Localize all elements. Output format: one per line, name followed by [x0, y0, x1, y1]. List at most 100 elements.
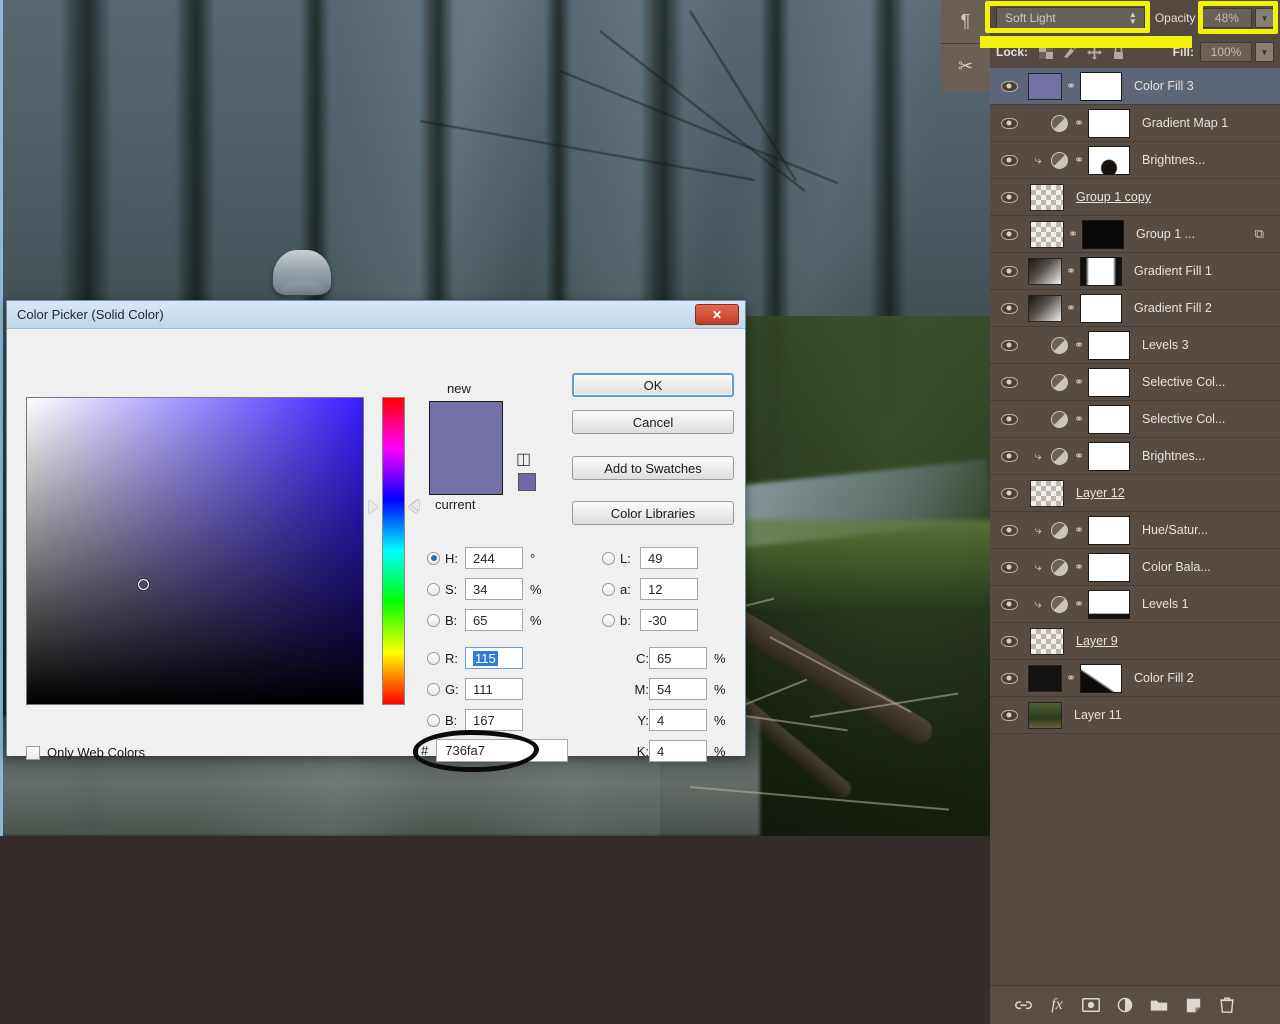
layer-row[interactable]: ⤷ ⚭ Levels 1: [990, 586, 1280, 623]
color-field-row[interactable]: G: 111: [427, 678, 523, 700]
link-mask-icon[interactable]: ⚭: [1070, 412, 1088, 426]
layer-thumbnail[interactable]: [1030, 627, 1064, 655]
layer-mask-thumbnail[interactable]: [1088, 515, 1130, 545]
layer-row[interactable]: ⚭ Color Fill 2: [990, 660, 1280, 697]
adjustment-thumbnail[interactable]: [1048, 149, 1070, 171]
adjustment-thumbnail[interactable]: [1048, 445, 1070, 467]
sv-marker[interactable]: [138, 579, 149, 590]
layer-thumbnail[interactable]: [1030, 479, 1064, 507]
adjustment-thumbnail[interactable]: [1048, 371, 1070, 393]
color-mode-radio[interactable]: [602, 582, 615, 596]
adjustment-thumbnail[interactable]: [1048, 556, 1070, 578]
color-field-input[interactable]: 4: [649, 740, 707, 762]
new-layer-icon[interactable]: [1182, 994, 1204, 1016]
layer-list[interactable]: ⚭ Color Fill 3 ⚭ Gradient Map 1 ⤷ ⚭ Brightnes.…: [990, 68, 1280, 985]
color-field-input[interactable]: 4: [649, 709, 707, 731]
layer-row[interactable]: ⤷ ⚭ Hue/Satur...: [990, 512, 1280, 549]
eye-icon[interactable]: [990, 302, 1028, 314]
web-safe-color-chip[interactable]: [518, 473, 536, 491]
eye-icon[interactable]: [990, 376, 1028, 388]
layer-style-fx-icon[interactable]: fx: [1046, 994, 1068, 1016]
color-field-input[interactable]: 65: [465, 609, 523, 631]
layer-row[interactable]: Group 1 copy: [990, 179, 1280, 216]
color-field-row[interactable]: L: 49: [602, 547, 698, 569]
adjustment-thumbnail[interactable]: [1048, 519, 1070, 541]
layer-thumbnail[interactable]: [1030, 220, 1064, 248]
color-libraries-button[interactable]: Color Libraries: [572, 501, 734, 525]
layer-row[interactable]: ⤷ ⚭ Brightnes...: [990, 142, 1280, 179]
link-mask-icon[interactable]: ⚭: [1064, 227, 1082, 241]
fill-input[interactable]: 100%: [1200, 42, 1252, 62]
link-mask-icon[interactable]: ⚭: [1070, 597, 1088, 611]
hex-field-row[interactable]: # 736fa7: [421, 739, 569, 762]
layer-row[interactable]: ⚭ Levels 3: [990, 327, 1280, 364]
link-mask-icon[interactable]: ⚭: [1070, 375, 1088, 389]
layer-row[interactable]: ⤷ ⚭ Brightnes...: [990, 438, 1280, 475]
link-mask-icon[interactable]: ⚭: [1070, 338, 1088, 352]
cancel-button[interactable]: Cancel: [572, 410, 734, 434]
eye-icon[interactable]: [990, 561, 1028, 573]
new-current-color-swatch[interactable]: [429, 401, 503, 495]
layer-mask-thumbnail[interactable]: [1088, 108, 1130, 138]
color-field-input[interactable]: 65: [649, 647, 707, 669]
color-field-input[interactable]: 115: [465, 647, 523, 669]
layer-mask-thumbnail[interactable]: [1088, 145, 1130, 175]
link-mask-icon[interactable]: ⚭: [1070, 449, 1088, 463]
color-mode-radio[interactable]: [427, 651, 440, 665]
out-of-gamut-cube-icon[interactable]: ◫: [516, 449, 531, 469]
eye-icon[interactable]: [990, 80, 1028, 92]
link-mask-icon[interactable]: ⚭: [1070, 560, 1088, 574]
layer-mask-thumbnail[interactable]: [1088, 441, 1130, 471]
hue-slider[interactable]: [382, 397, 405, 705]
eye-icon[interactable]: [990, 265, 1028, 277]
layer-mask-thumbnail[interactable]: [1088, 330, 1130, 360]
link-mask-icon[interactable]: ⚭: [1062, 264, 1080, 278]
color-mode-radio[interactable]: [427, 682, 440, 696]
adjustment-thumbnail[interactable]: [1048, 408, 1070, 430]
eye-icon[interactable]: [990, 191, 1028, 203]
saturation-brightness-field[interactable]: [26, 397, 364, 705]
only-web-colors-checkbox[interactable]: [26, 745, 40, 760]
color-picker-dialog[interactable]: Color Picker (Solid Color) ✕ new current…: [6, 300, 746, 772]
eye-icon[interactable]: [990, 339, 1028, 351]
layer-row[interactable]: ⚭ Color Fill 3: [990, 68, 1280, 105]
layer-mask-thumbnail[interactable]: [1080, 293, 1122, 323]
hex-input[interactable]: 736fa7: [436, 739, 569, 762]
color-mode-radio[interactable]: [602, 551, 615, 565]
layer-row[interactable]: ⤷ ⚭ Color Bala...: [990, 549, 1280, 586]
eye-icon[interactable]: [990, 228, 1028, 240]
adjustment-thumbnail[interactable]: [1048, 593, 1070, 615]
color-field-row[interactable]: B: 167: [427, 709, 523, 731]
color-field-row[interactable]: S: 34%: [427, 578, 542, 600]
layer-row[interactable]: Layer 9: [990, 623, 1280, 660]
layer-thumbnail[interactable]: [1028, 664, 1062, 692]
dialog-title-bar[interactable]: Color Picker (Solid Color) ✕: [7, 301, 745, 329]
layer-row[interactable]: ⚭ Gradient Fill 1: [990, 253, 1280, 290]
color-field-row[interactable]: Y: 4%: [627, 709, 726, 731]
color-field-input[interactable]: 54: [649, 678, 707, 700]
color-field-input[interactable]: 34: [465, 578, 523, 600]
only-web-colors-row[interactable]: Only Web Colors: [26, 745, 145, 760]
eye-icon[interactable]: [990, 487, 1028, 499]
layer-thumbnail[interactable]: [1028, 294, 1062, 322]
color-field-input[interactable]: 12: [640, 578, 698, 600]
layer-mask-thumbnail[interactable]: [1080, 663, 1122, 693]
eye-icon[interactable]: [990, 117, 1028, 129]
color-mode-radio[interactable]: [427, 582, 440, 596]
color-field-row[interactable]: a: 12: [602, 578, 698, 600]
color-field-row[interactable]: B: 65%: [427, 609, 542, 631]
blend-mode-select[interactable]: Soft Light ▲ ▼: [996, 7, 1145, 29]
layer-row[interactable]: ⚭ Gradient Fill 2: [990, 290, 1280, 327]
layer-thumbnail[interactable]: [1028, 257, 1062, 285]
color-field-input[interactable]: 244: [465, 547, 523, 569]
eye-icon[interactable]: [990, 709, 1028, 721]
new-group-icon[interactable]: [1148, 994, 1170, 1016]
layer-mask-thumbnail[interactable]: [1080, 256, 1122, 286]
color-field-row[interactable]: M: 54%: [627, 678, 726, 700]
link-mask-icon[interactable]: ⚭: [1070, 116, 1088, 130]
ok-button[interactable]: OK: [572, 373, 734, 397]
eye-icon[interactable]: [990, 154, 1028, 166]
color-field-row[interactable]: b: -30: [602, 609, 698, 631]
color-mode-radio[interactable]: [427, 713, 440, 727]
color-field-input[interactable]: -30: [640, 609, 698, 631]
